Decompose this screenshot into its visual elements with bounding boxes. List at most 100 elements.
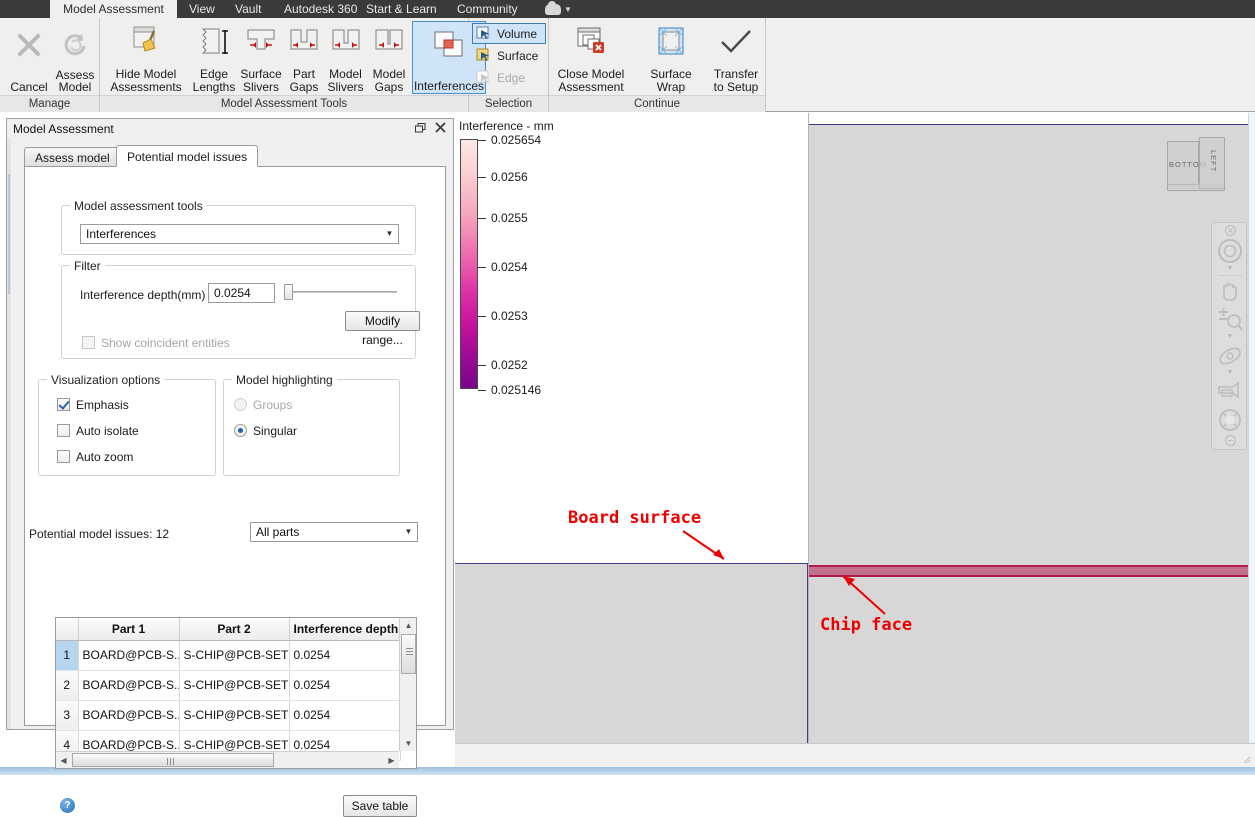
scroll-up-button[interactable]: ▲ xyxy=(400,618,416,633)
tab-autodesk-360[interactable]: Autodesk 360 xyxy=(275,0,366,18)
interference-table[interactable]: Part 1 Part 2 Interference depth 1 BOARD… xyxy=(55,617,417,769)
ribbon-panel-model-assessment-tools: Hide Model Assessments Edge Lengths Surf… xyxy=(100,18,486,112)
surface-wrap-button[interactable]: Surface Wrap xyxy=(635,21,707,94)
parts-filter-value: All parts xyxy=(256,525,300,539)
interference-depth-label: Interference depth(mm) xyxy=(80,288,206,302)
hide-model-assessments-button[interactable]: Hide Model Assessments xyxy=(104,21,188,94)
tab-assess-model[interactable]: Assess model xyxy=(24,147,121,167)
transfer-to-setup-label: Transfer to Setup xyxy=(713,67,759,94)
scroll-left-button[interactable]: ◀ xyxy=(56,752,71,768)
slider-thumb[interactable] xyxy=(284,284,293,300)
rewind-camera-icon[interactable] xyxy=(1215,379,1245,406)
highlighting-singular-radio[interactable]: Singular xyxy=(234,424,297,438)
steering-wheel-icon[interactable] xyxy=(1215,237,1245,268)
view-cube-face-bottom[interactable]: BOTTOM xyxy=(1167,141,1206,185)
model-slivers-button[interactable]: Model Slivers xyxy=(324,21,367,94)
cancel-label: Cancel xyxy=(10,79,48,94)
table-cell-depth: 0.0254 xyxy=(289,700,401,731)
zoom-dropdown-icon[interactable]: ▼ xyxy=(1212,333,1248,340)
dialog-dock-strip xyxy=(7,119,11,729)
slider-track xyxy=(284,291,397,293)
transfer-to-setup-button[interactable]: Transfer to Setup xyxy=(709,21,763,94)
tab-community[interactable]: Community xyxy=(448,0,527,18)
steering-wheel-dropdown-icon[interactable]: ▼ xyxy=(1212,265,1248,272)
surface-slivers-label: Surface Slivers xyxy=(240,67,282,94)
interference-depth-input[interactable]: 0.0254 xyxy=(208,283,275,303)
pan-hand-icon[interactable] xyxy=(1215,279,1245,308)
selection-edge-button[interactable]: Edge xyxy=(472,67,546,88)
navbar-minimize-icon[interactable] xyxy=(1215,435,1245,449)
emphasis-checkbox[interactable]: Emphasis xyxy=(57,398,129,412)
resize-grip-icon[interactable] xyxy=(1241,754,1251,764)
scroll-thumb-vertical[interactable] xyxy=(401,634,416,674)
table-row[interactable]: 1 BOARD@PCB-S... S-CHIP@PCB-SET 0.0254 xyxy=(56,640,401,671)
radio-box xyxy=(234,424,247,437)
group-model-highlighting: Model highlighting Groups Singular xyxy=(223,373,400,476)
assessment-tool-select[interactable]: Interferences ▼ xyxy=(80,224,399,244)
cancel-button[interactable]: Cancel xyxy=(6,22,52,94)
auto-zoom-checkbox[interactable]: Auto zoom xyxy=(57,450,133,464)
orbit-dropdown-icon[interactable]: ▼ xyxy=(1212,369,1248,376)
view-cube-base[interactable] xyxy=(1167,183,1225,191)
tab-vault[interactable]: Vault xyxy=(226,0,270,18)
table-header-interference-depth[interactable]: Interference depth xyxy=(289,618,401,641)
scroll-down-button[interactable]: ▼ xyxy=(400,736,416,751)
scroll-thumb-horizontal[interactable] xyxy=(72,753,274,767)
navigation-bar[interactable]: ▼ ▼ ▼ xyxy=(1211,222,1247,450)
table-header-part1[interactable]: Part 1 xyxy=(78,618,180,641)
table-cell-rownum: 2 xyxy=(56,670,79,701)
surface-slivers-button[interactable]: Surface Slivers xyxy=(238,21,284,94)
orbit-icon[interactable] xyxy=(1215,343,1245,372)
auto-isolate-checkbox[interactable]: Auto isolate xyxy=(57,424,139,438)
fit-all-icon[interactable] xyxy=(1215,407,1245,436)
colorbar-tick xyxy=(478,140,486,141)
close-icon[interactable] xyxy=(432,121,448,137)
tab-start-and-learn[interactable]: Start & Learn xyxy=(357,0,446,18)
ribbon-panel-continue: Close Model Assessment Surface Wrap Tran… xyxy=(549,18,766,112)
table-header-rownum xyxy=(56,618,79,641)
show-coincident-entities-checkbox[interactable]: Show coincident entities xyxy=(82,336,230,350)
auto-isolate-label: Auto isolate xyxy=(76,424,139,438)
view-cube[interactable]: BOTTOM LEFT xyxy=(1165,135,1235,197)
selection-volume-button[interactable]: Volume xyxy=(472,23,546,44)
selection-surface-button[interactable]: Surface xyxy=(472,45,546,66)
modify-range-label: Modify range... xyxy=(362,314,403,347)
viewport-vertical-scrollbar[interactable] xyxy=(1248,113,1255,743)
model-gaps-label: Model Gaps xyxy=(372,67,406,94)
view-cube-face-left[interactable]: LEFT xyxy=(1199,137,1225,189)
close-model-assessment-button[interactable]: Close Model Assessment xyxy=(552,21,630,94)
table-header-part2[interactable]: Part 2 xyxy=(179,618,290,641)
scroll-right-button[interactable]: ▶ xyxy=(384,752,399,768)
table-horizontal-scrollbar[interactable]: ◀ ▶ xyxy=(56,751,399,768)
annotation-arrow-board-surface xyxy=(682,530,725,560)
model-viewport[interactable] xyxy=(808,113,1255,743)
tab-view[interactable]: View xyxy=(180,0,224,18)
table-vertical-scrollbar[interactable]: ▲ ▼ xyxy=(399,618,416,751)
group-caption-filter: Filter xyxy=(70,259,105,273)
colorbar-tick xyxy=(478,218,486,219)
assess-model-button[interactable]: Assess Model xyxy=(52,22,98,94)
highlighting-groups-radio[interactable]: Groups xyxy=(234,398,292,412)
interference-depth-slider[interactable] xyxy=(284,284,397,300)
cloud-menu-button[interactable]: ▼ xyxy=(545,1,572,16)
save-table-button[interactable]: Save table xyxy=(343,795,417,817)
group-caption-model-assessment-tools: Model assessment tools xyxy=(70,199,207,213)
restore-icon[interactable] xyxy=(413,121,429,137)
model-gaps-button[interactable]: Model Gaps xyxy=(368,21,410,94)
model-assessment-dialog: Model Assessment Assess model Potential … xyxy=(6,118,454,817)
zoom-icon[interactable] xyxy=(1215,307,1245,336)
group-filter: Filter Interference depth(mm) 0.0254 Mod… xyxy=(61,259,420,359)
dialog-title: Model Assessment xyxy=(7,119,453,139)
table-row[interactable]: 2 BOARD@PCB-S... S-CHIP@PCB-SET 0.0254 xyxy=(56,670,401,701)
part-gaps-button[interactable]: Part Gaps xyxy=(285,21,323,94)
parts-filter-select[interactable]: All parts ▼ xyxy=(250,522,418,542)
edge-lengths-button[interactable]: Edge Lengths xyxy=(191,21,237,94)
group-visualization-options: Visualization options Emphasis Auto isol… xyxy=(38,373,216,476)
table-cell-rownum: 1 xyxy=(56,640,79,671)
help-icon[interactable]: ? xyxy=(60,798,75,813)
edge-select-icon xyxy=(476,70,492,86)
tab-model-assessment[interactable]: Model Assessment xyxy=(50,0,177,18)
tab-potential-model-issues[interactable]: Potential model issues xyxy=(116,145,259,167)
table-row[interactable]: 3 BOARD@PCB-S... S-CHIP@PCB-SET 0.0254 xyxy=(56,700,401,731)
modify-range-button[interactable]: Modify range... xyxy=(345,311,420,347)
